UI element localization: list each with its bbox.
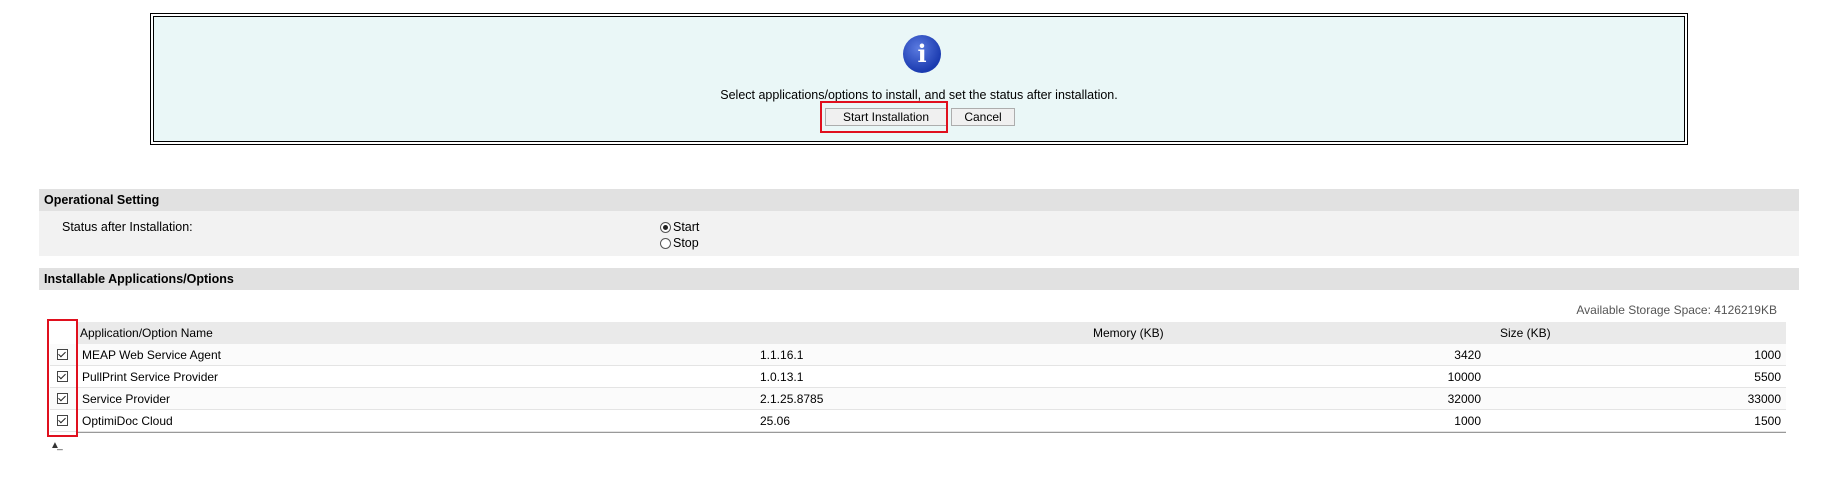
banner-inner: i Select applications/options to install… (153, 16, 1685, 142)
table-row[interactable]: Service Provider 2.1.25.8785 32000 33000 (50, 388, 1786, 410)
radio-stop[interactable]: Stop (660, 236, 699, 250)
info-icon: i (903, 35, 941, 73)
app-memory: 10000 (1447, 370, 1481, 384)
column-memory[interactable]: Memory (KB) (1093, 326, 1164, 340)
radio-start-label: Start (673, 220, 700, 234)
app-size: 5500 (1754, 370, 1781, 384)
table-bottom-rule (77, 432, 1786, 433)
start-button-highlight (820, 101, 948, 133)
app-name: MEAP Web Service Agent (82, 348, 221, 362)
operational-setting-header: Operational Setting (39, 189, 1799, 211)
radio-stop-label: Stop (673, 236, 699, 250)
scroll-to-top-icon[interactable]: ▲̲ (50, 440, 62, 452)
checkbox-column-highlight (47, 319, 78, 437)
app-version: 1.1.16.1 (760, 348, 804, 362)
table-row[interactable]: OptimiDoc Cloud 25.06 1000 1500 (50, 410, 1786, 432)
table-header: Application/Option Name Memory (KB) Size… (77, 322, 1786, 344)
radio-stop-button[interactable] (660, 237, 671, 249)
app-size: 1500 (1754, 414, 1781, 428)
app-version: 1.0.13.1 (760, 370, 804, 384)
app-version: 2.1.25.8785 (760, 392, 824, 406)
app-memory: 3420 (1454, 348, 1481, 362)
cancel-button[interactable]: Cancel (951, 108, 1015, 126)
table-row[interactable]: PullPrint Service Provider 1.0.13.1 1000… (50, 366, 1786, 388)
app-name: Service Provider (82, 392, 171, 406)
app-size: 1000 (1754, 348, 1781, 362)
app-size: 33000 (1747, 392, 1781, 406)
banner-message: Select applications/options to install, … (720, 88, 1118, 102)
radio-start[interactable]: Start (660, 220, 699, 234)
app-name: OptimiDoc Cloud (82, 414, 173, 428)
installable-applications-header: Installable Applications/Options (39, 268, 1799, 290)
install-confirmation-banner: i Select applications/options to install… (150, 13, 1688, 145)
app-name: PullPrint Service Provider (82, 370, 219, 384)
app-memory: 32000 (1447, 392, 1481, 406)
column-size[interactable]: Size (KB) (1500, 326, 1551, 340)
available-storage-space: Available Storage Space: 4126219KB (1576, 303, 1777, 317)
operational-setting-body: Status after Installation: Start Stop (39, 211, 1799, 256)
column-application-name[interactable]: Application/Option Name (80, 326, 213, 340)
app-memory: 1000 (1454, 414, 1481, 428)
app-version: 25.06 (760, 414, 791, 428)
table-row[interactable]: MEAP Web Service Agent 1.1.16.1 3420 100… (50, 344, 1786, 366)
status-after-installation-label: Status after Installation: (62, 220, 193, 234)
radio-start-button[interactable] (660, 221, 671, 233)
